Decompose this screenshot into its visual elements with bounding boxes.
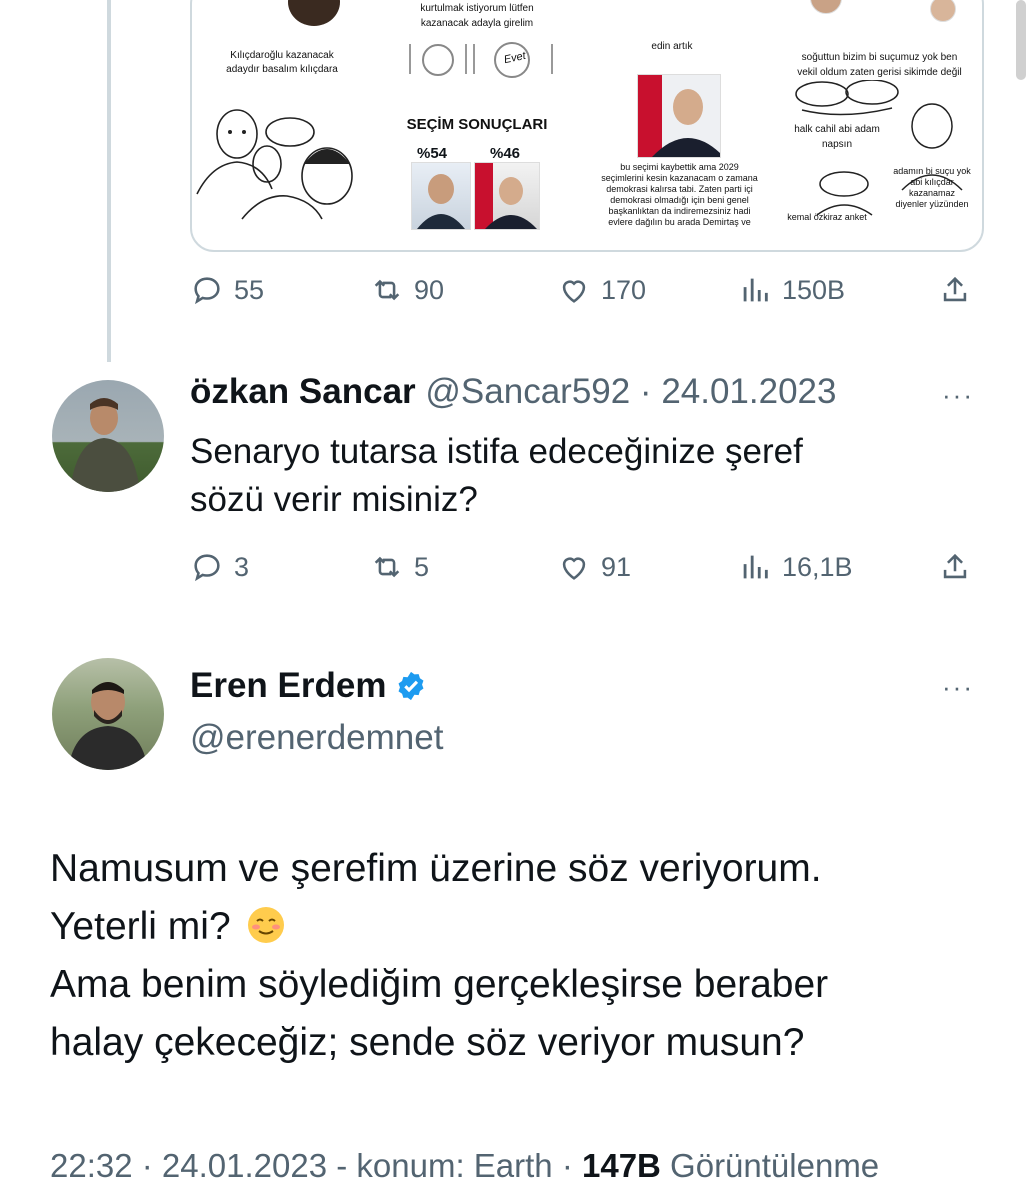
reply-author-meta[interactable]: @Sancar592 · 24.01.2023 [425,372,836,411]
timestamp-location[interactable]: 22:32 · 24.01.2023 - konum: Earth · [50,1147,582,1184]
thread-line [107,0,111,362]
meme-caption: abi kılıçdar [910,177,954,187]
meme-caption: demokrasi kalırsa tabi. Zaten parti içi [606,184,753,194]
heart-icon [562,557,586,580]
retweet-count: 5 [414,551,430,582]
views-action[interactable]: 16,1B [738,550,853,584]
reply-header: özkan Sancar @Sancar592 · 24.01.2023 [190,372,837,412]
meme-caption: demokrasi olmadığı için beni genel [610,195,749,205]
politician-photo-small [810,0,842,14]
candidate-photo-2 [474,162,540,230]
heart-icon [562,280,586,303]
reply-text-line: Senaryo tutarsa istifa edeceğinize şeref [190,432,803,471]
verified-badge-icon [399,671,424,701]
meme-caption: halk cahil abi adam [794,124,880,135]
results-title: SEÇİM SONUÇLARI [406,116,548,133]
meme-wojak-group [196,109,353,220]
retweet-icon [374,279,400,301]
retweet-count: 90 [414,274,445,305]
reply-author-name[interactable]: özkan Sancar [190,372,416,411]
reply-action[interactable]: 55 [190,273,264,307]
meme-caption: Kılıçdaroğlu kazanacak [230,50,334,61]
ballot-symbols [409,42,553,78]
scrollbar[interactable] [1016,0,1026,80]
main-text-line-with-emoji: Yeterli mi? [50,898,990,956]
reply-count: 3 [234,551,250,582]
meme-caption: seçimlerini kesin kazanacam o zamana [601,173,758,183]
candidate-photo-3 [637,74,721,158]
meme-caption: kazanacak adayla girelim [420,18,534,29]
retweet-icon [374,556,400,578]
meme-caption: diyenler yüzünden [895,199,969,209]
politician-photo-small [930,0,956,22]
more-options-button[interactable]: ··· [942,672,974,703]
meme-caption: kemal özkiraz anket [787,212,867,222]
meme-caption: bu seçimi kaybettik ama 2029 [620,162,739,172]
candidate-photo-1 [411,162,471,230]
like-count: 170 [601,274,647,305]
main-text-line: Yeterli mi? [50,905,231,948]
tweet-actions: 55 90 170 150B [190,273,980,313]
views-count: 16,1B [782,551,853,582]
more-options-button[interactable]: ··· [942,380,974,411]
meme-caption: kazanamaz [908,188,956,198]
views-count: 150B [782,274,846,305]
share-icon [943,276,967,302]
result-percent-2: %46 [490,145,521,162]
main-tweet-text: Namusum ve şerefim üzerine söz veriyorum… [50,840,990,1072]
view-count: 147B [581,1147,661,1184]
avatar-person [68,682,148,770]
main-author-name[interactable]: Eren Erdem [190,666,386,706]
tweet-footer: 22:32 · 24.01.2023 - konum: Earth · 147B… [50,1147,879,1185]
reply-text: Senaryo tutarsa istifa edeceğinize şeref… [190,428,930,524]
result-percent-1: %54 [417,145,448,162]
meme-caption: edin artık [651,41,693,52]
main-author-handle[interactable]: @erenerdemnet [190,718,443,758]
meme-caption: napsın [821,139,853,150]
retweet-action[interactable]: 5 [370,550,429,584]
view-label: Görüntülenme [660,1147,880,1184]
main-text-line: halay çekeceğiz; sende söz veriyor musun… [50,1021,805,1064]
views-icon [743,555,768,579]
reply-actions: 3 5 91 16,1B [190,550,980,590]
meme-caption: adamın bi suçu yok [893,166,971,176]
views-action[interactable]: 150B [738,273,845,307]
reply-text-line: sözü verir misiniz? [190,480,478,519]
meme-caption: başkanlıktan da indiremezsiniz hadi [608,206,751,216]
comment-icon [194,277,220,305]
meme-caption: adaydır basalım kılıçdara [226,64,338,75]
main-author-name-row: Eren Erdem [190,666,428,706]
share-action[interactable] [938,273,972,307]
retweet-action[interactable]: 90 [370,273,444,307]
tweet-media-image[interactable]: kurtulmak istiyorum lütfen kazanacak ada… [190,0,984,252]
reply-count: 55 [234,274,265,305]
meme-caption: kurtulmak istiyorum lütfen [420,3,534,14]
share-action[interactable] [938,550,972,584]
comment-icon [194,554,220,582]
avatar-person [70,398,140,492]
meme-face-sketch [288,0,340,26]
meme-caption: evlere dağılın bu arada Demirtaş ve [608,217,751,227]
meme-caption: vekil oldum zaten gerisi sikimde değil [797,67,962,78]
like-action[interactable]: 170 [557,273,646,307]
like-count: 91 [601,551,632,582]
avatar[interactable] [52,380,164,492]
avatar[interactable] [52,658,164,770]
like-action[interactable]: 91 [557,550,631,584]
share-icon [943,553,967,579]
reply-action[interactable]: 3 [190,550,249,584]
main-text-line: Namusum ve şerefim üzerine söz veriyorum… [50,847,822,890]
smiling-face-emoji-icon [247,907,284,943]
meme-caption: soğuttun bizim bi suçumuz yok ben [801,52,958,63]
main-text-line: Ama benim söylediğim gerçekleşirse berab… [50,963,829,1006]
views-icon [743,278,768,302]
